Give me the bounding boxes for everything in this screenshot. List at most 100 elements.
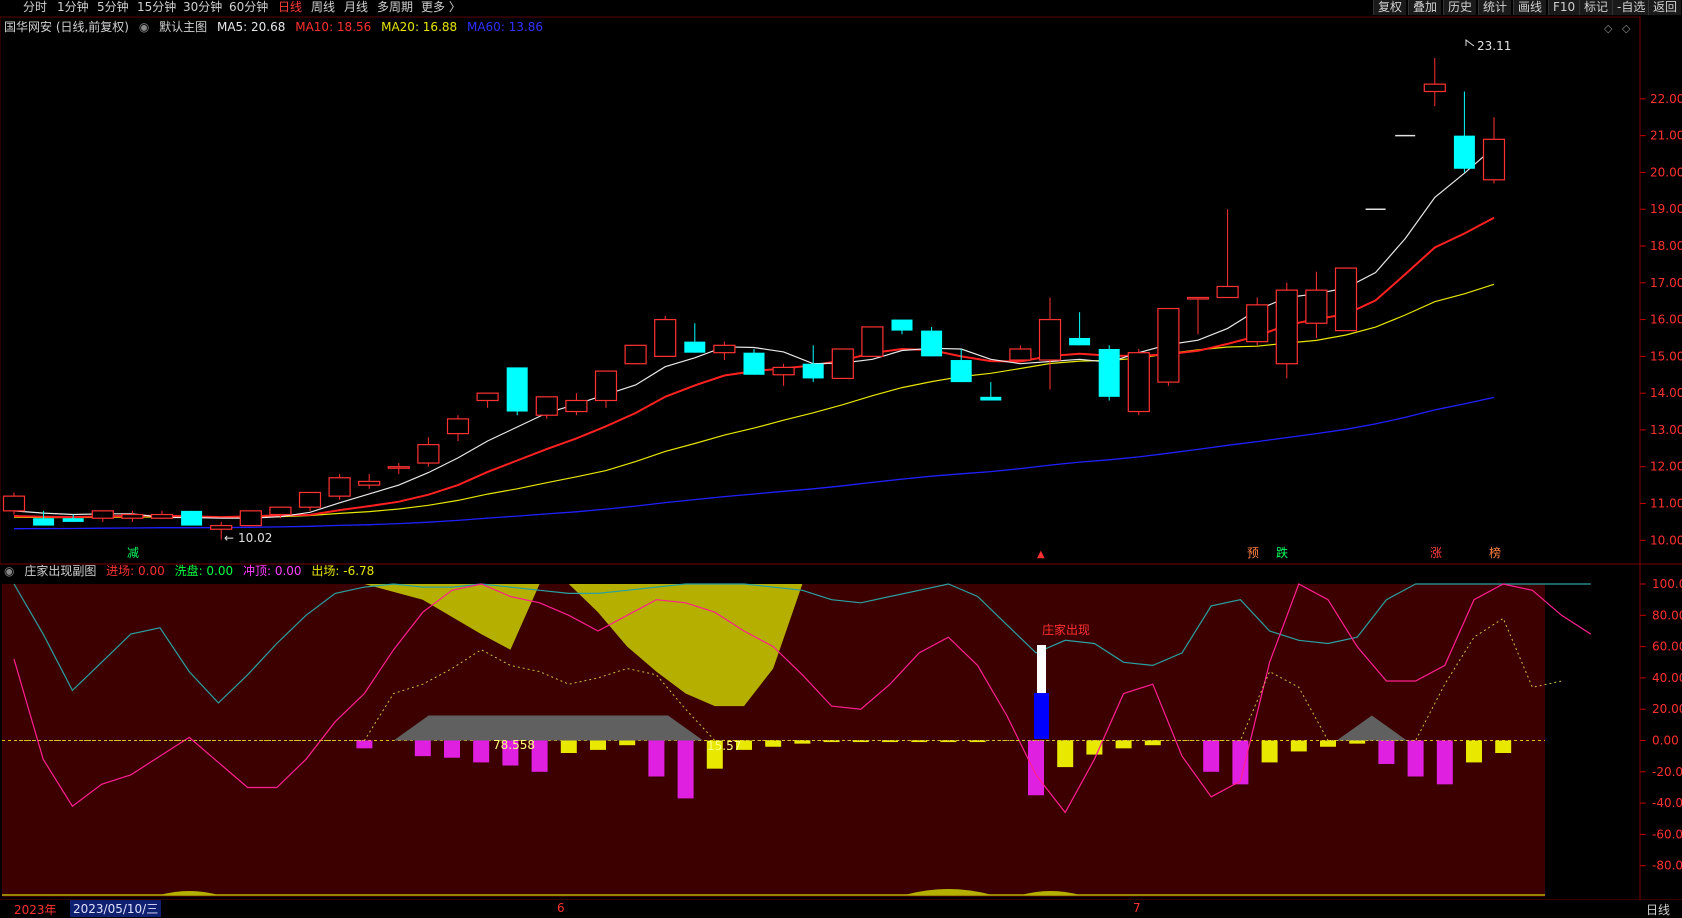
candle-up: [1038, 318, 1062, 361]
cd-label: 冲顶: 0.00: [242, 564, 302, 578]
candle-up: [1246, 304, 1269, 343]
candle-up: [1482, 138, 1506, 181]
candle-up: [624, 344, 647, 365]
indicator-bar: [356, 740, 373, 749]
date-axis: 2023年 2023/05/10/三 6 7 日线: [0, 900, 1682, 918]
candle-up: [772, 366, 795, 376]
cursor-date: 2023/05/10/三: [70, 900, 162, 917]
indicator-tick-label: 40.00: [1652, 671, 1682, 685]
price-tick-label: 11.00: [1650, 497, 1682, 511]
candle-up: [239, 510, 262, 527]
diamond-icon[interactable]: ◇: [1604, 22, 1613, 35]
indicator-bar: [1320, 740, 1336, 747]
stock-chart[interactable]: 22.00 21.00 20.00 19.00 18.00 17.00 16.00 15.00…: [0, 0, 1682, 916]
candle-down: [33, 518, 55, 526]
indicator-bar: [1057, 740, 1074, 768]
jc-label: 进场: 0.00: [106, 564, 165, 578]
low-label: 10.02: [238, 531, 272, 545]
candle-down: [802, 363, 824, 379]
candle-up: [210, 524, 233, 530]
indicator-name: 庄家出现副图: [24, 564, 97, 578]
candle-down: [1069, 337, 1091, 346]
signal-zhang: 涨: [1430, 545, 1442, 560]
candle-up: [1009, 348, 1032, 361]
stock-name: 国华网安 (日线,前复权): [4, 20, 129, 34]
indicator-bar: [1261, 740, 1278, 763]
candle-up: [1305, 289, 1328, 324]
candle-up: [476, 392, 499, 402]
indicator-bar: [1144, 740, 1161, 746]
year-label: 2023年: [14, 903, 57, 917]
candle-up: [1423, 83, 1446, 93]
ma60-polyline: [13, 396, 1495, 530]
ma5-polyline: [13, 146, 1495, 519]
price-tick-label: 15.00: [1650, 349, 1682, 363]
indicator-bar: [852, 740, 869, 743]
candle-up: [2, 495, 26, 512]
template-icon[interactable]: ◉: [139, 20, 149, 34]
candle-up: [1334, 267, 1358, 332]
low-arrow: ←: [224, 531, 234, 545]
candle-down: [506, 367, 528, 412]
candle-up: [298, 491, 322, 508]
indicator-bar: [823, 740, 840, 743]
diamond-icon-2[interactable]: ◇: [1622, 22, 1631, 35]
candle-down: [62, 518, 84, 522]
indicator-bar: [1378, 740, 1395, 764]
indicator-bar: [1436, 740, 1453, 785]
candles: [2, 58, 1506, 540]
grey-block-1: [393, 715, 704, 741]
candle-up: [1216, 285, 1239, 299]
indicator-tick-label: 0.00: [1652, 734, 1679, 748]
indicator-tick-label: -60.00: [1652, 827, 1682, 841]
indicator-bar: [1028, 740, 1044, 796]
candle-up: [121, 513, 144, 519]
ma60-line: [13, 396, 1495, 530]
indicator-tick-label: 60.00: [1652, 640, 1682, 654]
price-tick-label: 16.00: [1650, 313, 1682, 327]
indicator-tick-label: -20.00: [1652, 765, 1682, 779]
indicator-tick-label: 80.00: [1652, 608, 1682, 622]
price-axis: 22.00 21.00 20.00 19.00 18.00 17.00 16.00 15.00…: [1640, 92, 1682, 547]
candle-up: [91, 510, 114, 519]
candle-down: [980, 396, 1002, 401]
indicator-tick-label: -40.00: [1652, 796, 1682, 810]
candle-down: [921, 330, 943, 357]
indicator-bar: [1407, 740, 1424, 777]
price-tick-label: 14.00: [1650, 386, 1682, 400]
period-label[interactable]: 日线: [1646, 901, 1670, 918]
ma20-polyline: [13, 283, 1495, 519]
arrow-up-icon: ▲: [1037, 549, 1045, 560]
candle-up: [565, 399, 588, 413]
indicator-bar: [648, 740, 665, 777]
month-7: 7: [1133, 901, 1141, 915]
indicator-icon[interactable]: ◉: [4, 564, 14, 578]
sub-legend: ◉ 庄家出现副图 进场: 0.00 洗盘: 0.00 冲顶: 0.00 出场: …: [4, 563, 380, 579]
candle-up: [1127, 352, 1150, 413]
zhuangjia-bar-blue: [1034, 693, 1049, 739]
candle-down: [950, 360, 972, 383]
indicator-bar: [619, 740, 636, 746]
sub-label-1: 78.558: [493, 738, 535, 752]
ma10-label: MA10: 18.56: [295, 20, 372, 34]
candle-down: [1098, 349, 1120, 397]
price-tick-label: 18.00: [1650, 239, 1682, 253]
signal-bang: 榜: [1489, 545, 1501, 560]
signal-yu: 预: [1247, 546, 1259, 560]
indicator-bar: [882, 740, 898, 743]
indicator-bar: [560, 740, 577, 754]
candle-up: [269, 506, 292, 516]
price-tick-label: 21.00: [1650, 129, 1682, 143]
indicator-tick-label: 20.00: [1652, 702, 1682, 716]
signal-jian: 减: [127, 546, 139, 560]
price-tick-label: 19.00: [1650, 202, 1682, 216]
price-tick-label: 17.00: [1650, 276, 1682, 290]
indicator-bar: [473, 740, 490, 763]
cc-label: 出场: -6.78: [311, 564, 375, 578]
indicator-bar: [1232, 740, 1249, 785]
zhuangjia-label: 庄家出现: [1042, 622, 1090, 637]
indicator-bar: [1466, 740, 1482, 763]
ma5-line: [13, 146, 1495, 519]
price-tick-label: 22.00: [1650, 92, 1682, 106]
indicator-bar: [677, 740, 694, 799]
